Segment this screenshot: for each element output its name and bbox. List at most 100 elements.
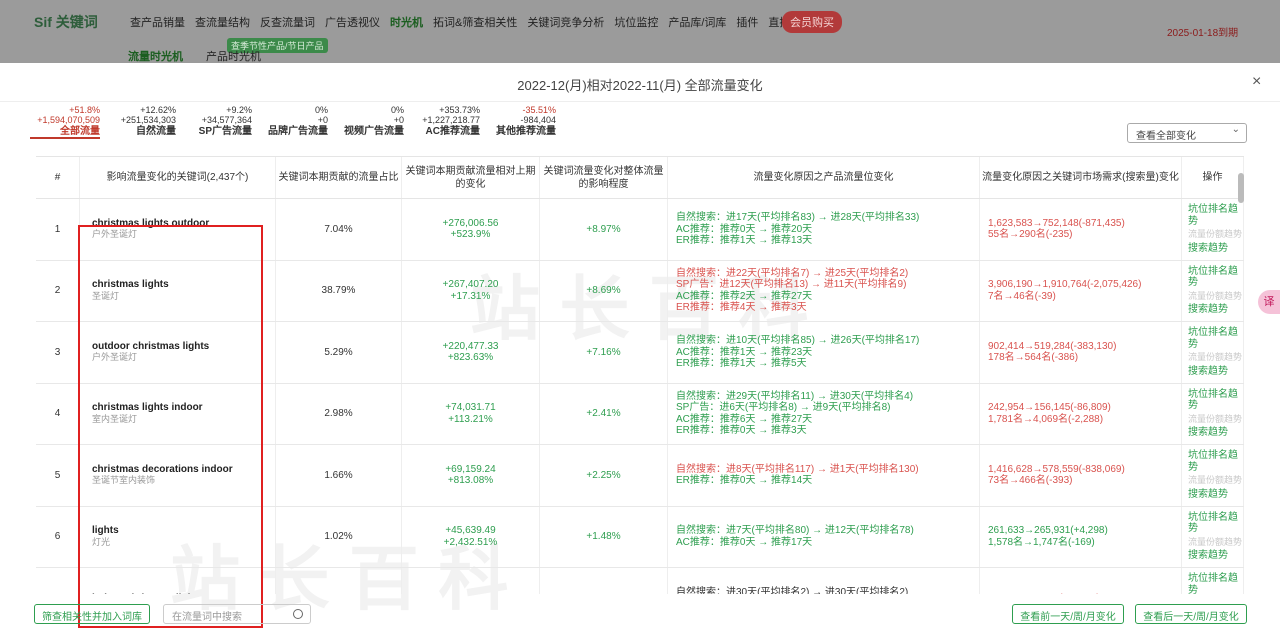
tab-video-ad-traffic[interactable]: 0% +0 视频广告流量 bbox=[334, 105, 404, 139]
position-line: AC推荐：推荐0天 → 推荐17天 bbox=[676, 536, 813, 548]
row-number: 3 bbox=[54, 346, 61, 358]
market-line: 178名→564名(-386) bbox=[988, 352, 1079, 364]
rank-trend-link[interactable]: 坑位排名趋势 bbox=[1188, 512, 1243, 535]
nav-item[interactable]: 查流量结构 bbox=[195, 14, 250, 30]
tab-ac-traffic[interactable]: +353.73% +1,227,218.77 AC推荐流量 bbox=[410, 105, 480, 139]
position-cell: 自然搜索：进29天(平均排名11) → 进30天(平均排名4) SP广告：进6天(… bbox=[668, 383, 980, 444]
share-value: 1.66% bbox=[324, 469, 353, 481]
change-cell: +276,006.56 +523.9% bbox=[402, 199, 540, 260]
market-line: 99,599→70,881(-28,718) bbox=[988, 593, 1181, 595]
row-number: 6 bbox=[54, 531, 61, 542]
tab-other-traffic[interactable]: -35.51% -984,404 其他推荐流量 bbox=[486, 105, 556, 139]
rank-trend-link[interactable]: 坑位排名趋势 bbox=[1188, 573, 1243, 594]
share-trend-link[interactable]: 流量份额趋势 bbox=[1188, 537, 1243, 549]
nav-item[interactable]: 广告透视仪 bbox=[325, 14, 380, 30]
share-trend-link[interactable]: 流量份额趋势 bbox=[1188, 291, 1243, 303]
change-pct: +17.31% bbox=[450, 290, 491, 302]
tab-product-time-machine[interactable]: 产品时光机 bbox=[206, 48, 261, 64]
tab-label: 品牌广告流量 bbox=[268, 126, 328, 137]
tab-natural-traffic[interactable]: +12.62% +251,534,303 自然流量 bbox=[106, 105, 176, 139]
nav-item[interactable]: 插件 bbox=[736, 14, 758, 30]
change-value: +45,639.49 bbox=[445, 525, 496, 537]
tab-abs: +1,227,218.77 bbox=[422, 115, 480, 125]
search-trend-link[interactable]: 搜索趋势 bbox=[1188, 243, 1243, 255]
share-value: 38.79% bbox=[321, 285, 356, 296]
share-cell: 7.04% bbox=[276, 199, 402, 260]
tab-pct: 0% bbox=[390, 105, 404, 115]
change-cell: +74,031.71 +113.21% bbox=[402, 383, 540, 444]
row-number-cell: 3 bbox=[36, 322, 80, 383]
impact-cell: +8.97% bbox=[540, 199, 668, 260]
col-header-change[interactable]: 关键词本期贡献流量相对上期的变化 bbox=[402, 157, 540, 198]
change-cell: +267,407.20 +17.31% bbox=[402, 260, 540, 321]
rank-trend-link[interactable]: 坑位排名趋势 bbox=[1188, 389, 1243, 412]
nav-item[interactable]: 坑位监控 bbox=[614, 14, 658, 30]
traffic-change-modal: 站 长 百 科 站 长 百 科 2022-12(月)相对2022-11(月) 全… bbox=[0, 63, 1280, 631]
next-period-button[interactable]: 查看后一天/周/月变化 bbox=[1135, 604, 1247, 624]
divider bbox=[0, 101, 1280, 102]
position-line: 自然搜索：进7天(平均排名80) → 进12天(平均排名78) bbox=[676, 525, 914, 537]
search-trend-link[interactable]: 搜索趋势 bbox=[1188, 427, 1243, 439]
market-line: 73名→466名(-393) bbox=[988, 475, 1073, 487]
change-value: -43,513.54 bbox=[447, 593, 495, 595]
impact-value: +7.16% bbox=[586, 346, 621, 358]
scrollbar-thumb[interactable] bbox=[1238, 173, 1244, 203]
position-line: 自然搜索：进8天(平均排名117) → 进1天(平均排名130) bbox=[676, 463, 919, 475]
market-line: 1,578名→1,747名(-169) bbox=[988, 536, 1095, 548]
tab-label: 视频广告流量 bbox=[344, 126, 404, 137]
rank-trend-link[interactable]: 坑位排名趋势 bbox=[1188, 266, 1243, 289]
vip-purchase-button[interactable]: 会员购买 bbox=[782, 11, 842, 33]
tab-label: 全部流量 bbox=[30, 127, 100, 139]
col-header-share[interactable]: 关键词本期贡献的流量占比 bbox=[276, 157, 402, 198]
share-value: 2.98% bbox=[324, 408, 353, 419]
nav-item[interactable]: 拓词&筛查相关性 bbox=[433, 14, 517, 30]
position-line: ER推荐：推荐0天 → 推荐14天 bbox=[676, 475, 813, 487]
prev-period-button[interactable]: 查看前一天/周/月变化 bbox=[1012, 604, 1124, 624]
close-icon[interactable]: × bbox=[1252, 73, 1261, 91]
search-trend-link[interactable]: 搜索趋势 bbox=[1188, 550, 1243, 562]
share-trend-link[interactable]: 流量份额趋势 bbox=[1188, 414, 1243, 426]
search-trend-link[interactable]: 搜索趋势 bbox=[1188, 489, 1243, 501]
nav-item[interactable]: 关键词竞争分析 bbox=[527, 14, 604, 30]
share-trend-link[interactable]: 流量份额趋势 bbox=[1188, 475, 1243, 487]
market-cell: 3,906,190→1,910,764(-2,075,426) 7名→46名(-3… bbox=[980, 260, 1182, 321]
market-line: 242,954→156,145(-86,809) bbox=[988, 402, 1111, 414]
view-all-select[interactable]: 查看全部变化 bbox=[1127, 123, 1247, 143]
nav-item[interactable]: 反查流量词 bbox=[260, 14, 315, 30]
app-logo[interactable]: Sif 关键词 bbox=[34, 12, 98, 32]
col-header-keyword[interactable]: 影响流量变化的关键词(2,437个) bbox=[80, 157, 276, 198]
nav-item-time-machine[interactable]: 时光机 bbox=[390, 14, 423, 30]
position-line: SP广告：进6天(平均排名8) → 进9天(平均排名8) bbox=[676, 402, 891, 414]
impact-value: +8.97% bbox=[586, 223, 621, 235]
tab-pct: 0% bbox=[314, 105, 328, 115]
actions-cell: 坑位排名趋势流量份额趋势搜索趋势 bbox=[1182, 260, 1244, 321]
translate-icon[interactable]: 译 bbox=[1258, 290, 1280, 314]
actions-cell: 坑位排名趋势流量份额趋势搜索趋势 bbox=[1182, 506, 1244, 567]
tab-brand-ad-traffic[interactable]: 0% +0 品牌广告流量 bbox=[258, 105, 328, 139]
position-line: 自然搜索：进29天(平均排名11) → 进30天(平均排名4) bbox=[676, 390, 914, 402]
row-number-cell: 5 bbox=[36, 445, 80, 506]
tab-traffic-time-machine[interactable]: 流量时光机 bbox=[128, 48, 183, 64]
expiry-date: 2025-01-18到期 bbox=[1167, 28, 1239, 39]
search-trend-link[interactable]: 搜索趋势 bbox=[1188, 304, 1243, 316]
rank-trend-link[interactable]: 坑位排名趋势 bbox=[1188, 204, 1243, 227]
rank-trend-link[interactable]: 坑位排名趋势 bbox=[1188, 450, 1243, 473]
rank-trend-link[interactable]: 坑位排名趋势 bbox=[1188, 327, 1243, 350]
nav-item[interactable]: 查产品销量 bbox=[130, 14, 185, 30]
impact-value: -1.41% bbox=[588, 593, 620, 595]
share-cell: 38.79% bbox=[276, 260, 402, 321]
impact-value: +2.25% bbox=[586, 469, 621, 481]
search-trend-link[interactable]: 搜索趋势 bbox=[1188, 366, 1243, 378]
col-header-actions: 操作 bbox=[1182, 157, 1244, 198]
keyword-search-input[interactable]: 在流量词中搜索 bbox=[163, 604, 311, 624]
tab-label: AC推荐流量 bbox=[425, 126, 480, 137]
add-to-lexicon-button[interactable]: 筛查相关性并加入词库 bbox=[34, 604, 150, 624]
nav-item[interactable]: 产品库/词库 bbox=[668, 14, 726, 30]
share-trend-link[interactable]: 流量份额趋势 bbox=[1188, 229, 1243, 241]
tab-sp-ad-traffic[interactable]: +9.2% +34,577,364 SP广告流量 bbox=[182, 105, 252, 139]
tab-all-traffic[interactable]: +51.8% +1,594,070,509 全部流量 bbox=[30, 105, 100, 139]
position-cell: 自然搜索：进17天(平均排名83) → 进28天(平均排名33) AC推荐：推荐0… bbox=[668, 199, 980, 260]
market-cell: 99,599→70,881(-28,718) bbox=[980, 568, 1182, 594]
col-header-impact[interactable]: 关键词流量变化对整体流量的影响程度 bbox=[540, 157, 668, 198]
share-trend-link[interactable]: 流量份额趋势 bbox=[1188, 352, 1243, 364]
